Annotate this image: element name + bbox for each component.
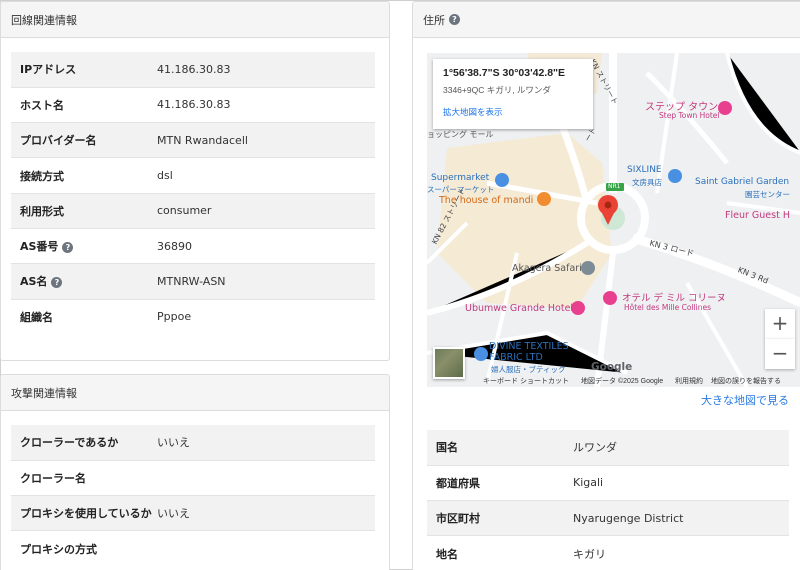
map-label-ubumwe[interactable]: Ubumwe Grande Hotel <box>465 303 573 314</box>
help-icon[interactable]: ? <box>62 242 74 254</box>
map-coordinates: 1°56'38.7"S 30°03'42.8"E <box>443 67 566 79</box>
line-info-header: 回線関連情報 <box>1 2 389 38</box>
map-label-fleur[interactable]: Fleur Guest H <box>725 210 790 221</box>
prefecture-value: Kigali <box>573 464 789 501</box>
proxy-method-value <box>157 530 375 567</box>
terms-link[interactable]: 利用規約 <box>675 376 703 386</box>
crawler-name-value <box>157 459 375 496</box>
map-data-text: 地図データ ©2025 Google <box>581 378 664 385</box>
table-row: 都道府県 Kigali <box>427 464 789 501</box>
map-label-nr1: NR1 <box>608 183 621 190</box>
map-label-divine[interactable]: DIVINE TEXTILES <box>489 341 569 352</box>
table-row: 市区町村 Nyarugenge District <box>427 500 789 536</box>
place-name-value: キガリ <box>573 535 789 570</box>
proxy-value: いいえ <box>157 495 375 531</box>
address-panel: 住所 ? ステップ タウン Step Town Hotel SIXLINE 文房… <box>412 1 800 570</box>
map-label-step-town-en[interactable]: Step Town Hotel <box>659 111 720 120</box>
table-row: プロキシを使用しているか いいえ <box>11 495 375 531</box>
map-label-akagera[interactable]: Akagera Safari <box>512 263 582 274</box>
map-label-divine-2[interactable]: FABRIC LTD <box>489 352 543 363</box>
line-info-table: IPアドレス 41.186.30.83 ホスト名 41.186.30.83 プロ… <box>11 52 375 335</box>
connection-type-label: 接続方式 <box>11 157 157 194</box>
country-value: ルワンダ <box>573 430 789 466</box>
as-name-value: MTNRW-ASN <box>157 263 375 300</box>
report-error-link[interactable]: 地図の誤りを報告する <box>711 376 781 386</box>
view-larger-map-link[interactable]: 大きな地図で見る <box>701 392 789 408</box>
hostname-value: 41.186.30.83 <box>157 86 375 123</box>
map-label-sixline-sub: 文房具店 <box>632 178 662 187</box>
google-logo[interactable]: Google <box>591 361 632 373</box>
help-icon[interactable]: ? <box>449 14 460 25</box>
zoom-out-button[interactable]: − <box>765 339 795 369</box>
table-row: 国名 ルワンダ <box>427 430 789 466</box>
crawler-name-label: クローラー名 <box>11 459 157 496</box>
proxy-label: プロキシを使用しているか <box>11 495 157 531</box>
as-number-value: 36890 <box>157 227 375 264</box>
map-label-supermarket[interactable]: Supermarket <box>431 173 489 183</box>
table-row: 接続方式 dsl <box>11 157 375 194</box>
map-info-card: 1°56'38.7"S 30°03'42.8"E 3346+9QC キガリ, ル… <box>433 59 593 129</box>
hostname-label: ホスト名 <box>11 86 157 123</box>
map-label-saint-gabriel[interactable]: Saint Gabriel Garden <box>695 177 789 187</box>
organization-value: Pppoe <box>157 298 375 335</box>
table-row: 組織名 Pppoe <box>11 298 375 335</box>
line-info-title: 回線関連情報 <box>11 13 77 27</box>
as-name-label: AS名 <box>20 275 48 289</box>
table-row: 地名 キガリ <box>427 535 789 570</box>
provider-label: プロバイダー名 <box>11 122 157 158</box>
map-label-mille-collines[interactable]: オテル デ ミル コリーヌ <box>622 290 726 304</box>
city-value: Nyarugenge District <box>573 500 789 536</box>
map-plus-code: 3346+9QC キガリ, ルワンダ <box>443 85 551 95</box>
map-label-mille-collines-en: Hôtel des Mille Collines <box>624 303 711 312</box>
table-row: クローラー名 <box>11 459 375 496</box>
help-icon[interactable]: ? <box>51 277 63 289</box>
address-table: 国名 ルワンダ 都道府県 Kigali 市区町村 Nyarugenge Dist… <box>427 430 789 570</box>
attack-info-header: 攻撃関連情報 <box>1 375 389 411</box>
keyboard-shortcuts-link[interactable]: キーボード ショートカット <box>483 376 569 386</box>
zoom-in-button[interactable]: + <box>765 309 795 339</box>
address-title: 住所 <box>423 13 445 27</box>
attack-info-title: 攻撃関連情報 <box>11 386 77 400</box>
table-row: クローラーであるか いいえ <box>11 425 375 461</box>
table-row: プロバイダー名 MTN Rwandacell <box>11 122 375 158</box>
usage-type-label: 利用形式 <box>11 192 157 229</box>
map-label-saint-gabriel-sub: 園芸センター <box>745 190 790 199</box>
prefecture-label: 都道府県 <box>427 464 573 501</box>
organization-label: 組織名 <box>11 298 157 335</box>
city-label: 市区町村 <box>427 500 573 536</box>
table-row: 利用形式 consumer <box>11 192 375 229</box>
connection-type-value: dsl <box>157 157 375 194</box>
usage-type-value: consumer <box>157 192 375 229</box>
country-label: 国名 <box>427 430 573 466</box>
table-row: AS名? MTNRW-ASN <box>11 263 375 300</box>
table-row: プロキシの方式 <box>11 530 375 567</box>
address-header: 住所 ? <box>413 2 800 38</box>
map-label-shopping: ョッピング モール <box>427 130 494 139</box>
ip-address-value: 41.186.30.83 <box>157 52 375 88</box>
ip-address-label: IPアドレス <box>11 52 157 88</box>
provider-value: MTN Rwandacell <box>157 122 375 158</box>
place-name-label: 地名 <box>427 535 573 570</box>
google-map[interactable]: ステップ タウン Step Town Hotel SIXLINE 文房具店 Sa… <box>427 53 800 387</box>
table-row: ホスト名 41.186.30.83 <box>11 86 375 123</box>
attack-info-panel: 攻撃関連情報 クローラーであるか いいえ クローラー名 プロキシを使用しているか… <box>0 374 390 570</box>
crawler-label: クローラーであるか <box>11 425 157 461</box>
proxy-method-label: プロキシの方式 <box>11 530 157 567</box>
as-number-label: AS番号 <box>20 240 59 254</box>
table-row: AS番号? 36890 <box>11 227 375 264</box>
crawler-value: いいえ <box>157 425 375 461</box>
table-row: IPアドレス 41.186.30.83 <box>11 52 375 88</box>
map-label-sixline[interactable]: SIXLINE <box>627 165 662 175</box>
line-info-panel: 回線関連情報 IPアドレス 41.186.30.83 ホスト名 41.186.3… <box>0 1 390 361</box>
attack-info-table: クローラーであるか いいえ クローラー名 プロキシを使用しているか いいえ プロ… <box>11 425 375 567</box>
map-attribution: キーボード ショートカット 地図データ ©2025 Google 利用規約 地図… <box>427 373 800 387</box>
expand-map-link[interactable]: 拡大地図を表示 <box>443 106 583 118</box>
